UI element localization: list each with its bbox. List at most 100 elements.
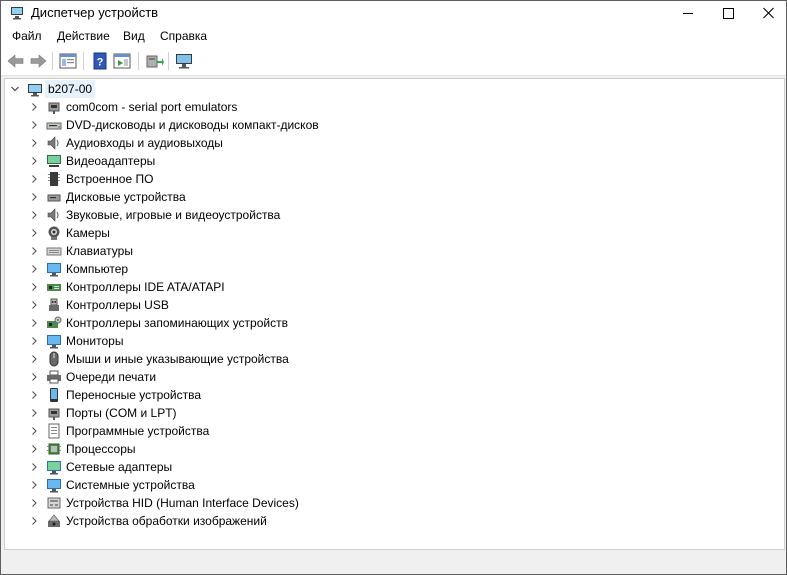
tree-category-item[interactable]: Очереди печати bbox=[5, 368, 405, 386]
monitor-display-icon[interactable] bbox=[174, 52, 194, 70]
toolbar-separator bbox=[52, 52, 53, 70]
menu-view[interactable]: Вид bbox=[123, 29, 145, 43]
chevron-right-icon[interactable] bbox=[29, 134, 39, 152]
tree-category-item[interactable]: Контроллеры IDE ATA/ATAPI bbox=[5, 278, 405, 296]
chevron-right-icon[interactable] bbox=[29, 188, 39, 206]
help-icon[interactable]: ? bbox=[90, 52, 110, 70]
chevron-right-icon[interactable] bbox=[29, 440, 39, 458]
tree-category-item[interactable]: com0com - serial port emulators bbox=[5, 98, 405, 116]
processor-icon bbox=[47, 443, 61, 455]
properties-console-tree-icon[interactable] bbox=[58, 52, 78, 70]
toolbar-separator bbox=[168, 52, 169, 70]
tree-category-label: Контроллеры USB bbox=[66, 298, 169, 312]
camera-icon bbox=[48, 226, 60, 240]
chevron-right-icon[interactable] bbox=[29, 512, 39, 530]
tree-category-label: Контроллеры запоминающих устройств bbox=[66, 316, 288, 330]
chevron-right-icon[interactable] bbox=[29, 422, 39, 440]
chevron-right-icon[interactable] bbox=[29, 476, 39, 494]
computer-icon bbox=[47, 263, 61, 277]
chevron-right-icon[interactable] bbox=[29, 260, 39, 278]
tree-category-label: Аудиовходы и аудиовыходы bbox=[66, 136, 223, 150]
scan-hardware-icon[interactable] bbox=[144, 52, 164, 70]
tree-category-item[interactable]: Системные устройства bbox=[5, 476, 405, 494]
tree-category-item[interactable]: Видеоадаптеры bbox=[5, 152, 405, 170]
tree-category-label: Системные устройства bbox=[66, 478, 195, 492]
chevron-right-icon[interactable] bbox=[29, 224, 39, 242]
chevron-right-icon[interactable] bbox=[29, 314, 39, 332]
tree-category-label: Очереди печати bbox=[66, 370, 157, 384]
title-bar[interactable]: Диспетчер устройств bbox=[1, 1, 786, 25]
tree-category-item[interactable]: Процессоры bbox=[5, 440, 405, 458]
toolbar-separator bbox=[83, 52, 84, 70]
back-arrow-icon[interactable] bbox=[6, 52, 26, 70]
tree-category-label: Клавиатуры bbox=[66, 244, 133, 258]
speaker-icon bbox=[47, 136, 59, 150]
chevron-right-icon[interactable] bbox=[29, 242, 39, 260]
chevron-right-icon[interactable] bbox=[29, 368, 39, 386]
tree-root[interactable]: b207-00 bbox=[5, 80, 305, 98]
close-icon bbox=[762, 7, 774, 19]
chevron-right-icon[interactable] bbox=[29, 296, 39, 314]
window-title: Диспетчер устройств bbox=[31, 5, 159, 20]
close-button[interactable] bbox=[745, 1, 787, 25]
printer-icon bbox=[47, 370, 61, 384]
portable-device-icon bbox=[50, 388, 58, 402]
tree-category-label: Программные устройства bbox=[66, 424, 210, 438]
disk-drive-icon bbox=[47, 194, 61, 202]
tree-category-item[interactable]: Встроенное ПО bbox=[5, 170, 405, 188]
view-panel-icon[interactable] bbox=[112, 52, 132, 70]
tree-category-item[interactable]: Мониторы bbox=[5, 332, 405, 350]
port-icon bbox=[48, 102, 60, 114]
chevron-right-icon[interactable] bbox=[29, 386, 39, 404]
chevron-right-icon[interactable] bbox=[29, 206, 39, 224]
forward-arrow-icon[interactable] bbox=[28, 52, 48, 70]
status-bar bbox=[4, 551, 783, 571]
tree-category-label: Звуковые, игровые и видеоустройства bbox=[66, 208, 281, 222]
tree-category-item[interactable]: Программные устройства bbox=[5, 422, 405, 440]
tree-category-item[interactable]: Контроллеры USB bbox=[5, 296, 405, 314]
tree-category-item[interactable]: Переносные устройства bbox=[5, 386, 405, 404]
speaker-icon bbox=[47, 208, 59, 222]
chevron-right-icon[interactable] bbox=[29, 404, 39, 422]
chevron-right-icon[interactable] bbox=[29, 170, 39, 188]
maximize-icon bbox=[722, 8, 734, 19]
tree-category-item[interactable]: Камеры bbox=[5, 224, 405, 242]
tree-category-item[interactable]: Устройства HID (Human Interface Devices) bbox=[5, 494, 405, 512]
tree-category-item[interactable]: Порты (COM и LPT) bbox=[5, 404, 405, 422]
display-adapter-icon bbox=[47, 155, 61, 167]
menu-file[interactable]: Файл bbox=[12, 29, 42, 43]
tree-category-label: Камеры bbox=[66, 226, 110, 240]
menu-action[interactable]: Действие bbox=[57, 29, 110, 43]
chevron-right-icon[interactable] bbox=[29, 116, 39, 134]
tree-category-item[interactable]: Аудиовходы и аудиовыходы bbox=[5, 134, 405, 152]
tree-category-label: DVD-дисководы и дисководы компакт-дисков bbox=[66, 118, 319, 132]
chevron-right-icon[interactable] bbox=[29, 278, 39, 296]
tree-category-item[interactable]: Звуковые, игровые и видеоустройства bbox=[5, 206, 405, 224]
tree-category-item[interactable]: Компьютер bbox=[5, 260, 405, 278]
chevron-right-icon[interactable] bbox=[29, 494, 39, 512]
tree-category-label: Переносные устройства bbox=[66, 388, 202, 402]
tree-category-item[interactable]: Сетевые адаптеры bbox=[5, 458, 405, 476]
system-device-icon bbox=[47, 479, 61, 493]
chevron-right-icon[interactable] bbox=[29, 332, 39, 350]
tree-category-item[interactable]: Мыши и иные указывающие устройства bbox=[5, 350, 405, 368]
tree-category-item[interactable]: Устройства обработки изображений bbox=[5, 512, 405, 530]
chevron-right-icon[interactable] bbox=[29, 350, 39, 368]
tree-category-item[interactable]: Клавиатуры bbox=[5, 242, 405, 260]
menu-help[interactable]: Справка bbox=[160, 29, 207, 43]
chevron-right-icon[interactable] bbox=[29, 98, 39, 116]
tree-category-label: Сетевые адаптеры bbox=[66, 460, 173, 474]
network-adapter-icon bbox=[47, 461, 61, 475]
tree-category-label: Устройства обработки изображений bbox=[66, 514, 267, 528]
device-tree[interactable]: b207-00 com0com - serial port emulators D… bbox=[4, 78, 785, 550]
tree-category-item[interactable]: DVD-дисководы и дисководы компакт-дисков bbox=[5, 116, 405, 134]
tree-category-label: Порты (COM и LPT) bbox=[66, 406, 177, 420]
keyboard-icon bbox=[46, 247, 62, 256]
tree-category-label: Видеоадаптеры bbox=[66, 154, 156, 168]
tree-category-item[interactable]: Контроллеры запоминающих устройств bbox=[5, 314, 405, 332]
device-manager-app-icon bbox=[11, 7, 23, 20]
chevron-right-icon[interactable] bbox=[29, 458, 39, 476]
tree-category-item[interactable]: Дисковые устройства bbox=[5, 188, 405, 206]
chevron-down-icon[interactable] bbox=[10, 80, 20, 98]
chevron-right-icon[interactable] bbox=[29, 152, 39, 170]
